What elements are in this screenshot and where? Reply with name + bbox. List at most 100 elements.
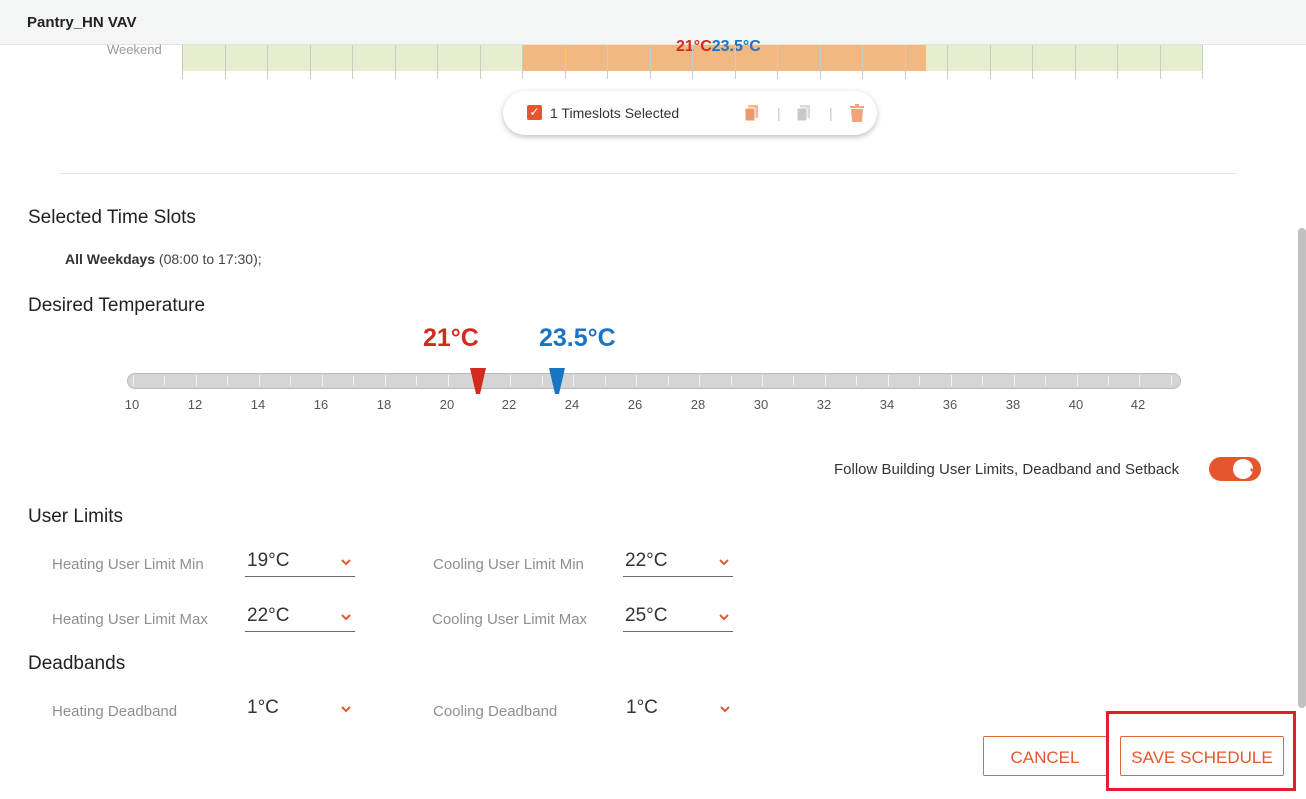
slider-tick	[699, 375, 700, 386]
slider-tick	[668, 376, 669, 385]
slider-tick-label: 30	[753, 397, 769, 412]
grid-cell-divider	[692, 45, 693, 79]
slider-tick-label: 18	[376, 397, 392, 412]
slider-tick-label: 42	[1130, 397, 1146, 412]
select-value: 25°C	[625, 605, 668, 626]
slider-tick	[888, 375, 889, 386]
grid-cell-divider	[1032, 45, 1033, 79]
slider-tick	[416, 376, 417, 385]
slider-tick	[636, 375, 637, 386]
slider-tick-label: 32	[816, 397, 832, 412]
slider-tick	[762, 375, 763, 386]
heating-user-limit-max-select[interactable]: 22°C	[245, 605, 355, 632]
slider-tick	[856, 376, 857, 385]
slider-tick	[1171, 376, 1172, 385]
chevron-down-icon	[719, 614, 729, 621]
slider-tick	[542, 376, 543, 385]
slider-tick	[1014, 375, 1015, 386]
chevron-down-icon	[719, 559, 729, 566]
check-icon: ✓	[1248, 460, 1261, 477]
grid-cell-divider	[820, 45, 821, 79]
section-divider	[60, 173, 1236, 174]
slider-tick-label: 14	[250, 397, 266, 412]
slider-tick-label: 24	[564, 397, 580, 412]
selected-timeslot-temps: 21°C23.5°C	[676, 38, 761, 56]
follow-building-toggle[interactable]: ✓	[1209, 457, 1261, 481]
chevron-down-icon	[341, 559, 351, 566]
schedule-row-weekend[interactable]: 21°C23.5°C	[182, 38, 1203, 79]
slider-tick	[448, 375, 449, 386]
selected-slots-summary: All Weekdays (08:00 to 17:30);	[65, 251, 262, 267]
grid-cell-divider	[522, 45, 523, 79]
slider-tick	[982, 376, 983, 385]
select-all-checkbox[interactable]: ✓	[527, 105, 542, 120]
grid-cell-divider	[437, 45, 438, 79]
heating-deadband-select[interactable]: 1°C	[245, 697, 355, 723]
slider-tick	[259, 375, 260, 386]
heating-user-limit-max-label: Heating User Limit Max	[52, 611, 208, 628]
cool-setpoint-handle[interactable]	[549, 368, 565, 394]
select-value: 22°C	[247, 605, 290, 626]
deadbands-title: Deadbands	[28, 653, 126, 674]
cool-setpoint-label: 23.5°C	[539, 324, 616, 352]
slider-tick-label: 36	[942, 397, 958, 412]
selected-slots-day: All Weekdays	[65, 251, 156, 267]
slider-tick	[290, 376, 291, 385]
heat-setpoint-handle[interactable]	[470, 368, 486, 394]
slider-tick	[385, 375, 386, 386]
selected-count-text: 1 Timeslots Selected	[550, 105, 680, 121]
slider-tick-label: 34	[879, 397, 895, 412]
toolbar-separator: |	[829, 105, 833, 121]
slider-tick	[164, 376, 165, 385]
slider-tick	[196, 375, 197, 386]
grid-cell-divider	[1075, 45, 1076, 79]
slider-tick-label: 38	[1005, 397, 1021, 412]
heating-user-limit-min-select[interactable]: 19°C	[245, 550, 355, 577]
temperature-slider-track[interactable]	[127, 373, 1181, 389]
select-value: 22°C	[625, 550, 668, 571]
cooling-deadband-label: Cooling Deadband	[433, 703, 558, 720]
select-value: 1°C	[626, 697, 658, 718]
grid-cell-divider	[1117, 45, 1118, 79]
slider-tick	[133, 375, 134, 386]
slider-tick	[919, 376, 920, 385]
vertical-scrollbar[interactable]	[1298, 228, 1306, 708]
chevron-down-icon	[341, 706, 351, 713]
grid-cell-divider	[310, 45, 311, 79]
slider-tick	[605, 376, 606, 385]
row-label-weekend: Weekend	[107, 42, 162, 57]
grid-cell-divider	[947, 45, 948, 79]
slider-tick-label: 26	[627, 397, 643, 412]
save-highlight-annotation	[1106, 711, 1296, 791]
cancel-button[interactable]: CANCEL	[983, 736, 1107, 776]
select-value: 1°C	[247, 697, 279, 718]
grid-cell-divider	[905, 45, 906, 79]
trash-icon[interactable]	[847, 103, 867, 123]
slider-tick-label: 12	[187, 397, 203, 412]
slider-tick	[825, 375, 826, 386]
copy-icon[interactable]	[742, 103, 762, 123]
cooling-user-limit-max-select[interactable]: 25°C	[623, 605, 733, 632]
grid-cell-divider	[650, 45, 651, 79]
slider-tick-label: 40	[1068, 397, 1084, 412]
toolbar-separator: |	[777, 105, 781, 121]
paste-icon[interactable]	[794, 103, 814, 123]
grid-cell-divider	[862, 45, 863, 79]
user-limits-title: User Limits	[28, 506, 124, 527]
chevron-down-icon	[341, 614, 351, 621]
select-value: 19°C	[247, 550, 290, 571]
selected-time-slots-title: Selected Time Slots	[28, 207, 196, 228]
grid-cell-divider	[735, 45, 736, 79]
slider-tick	[1108, 376, 1109, 385]
grid-cell-divider	[182, 45, 183, 79]
timeslot-cool-temp: 23.5°C	[711, 38, 761, 55]
cooling-deadband-select[interactable]: 1°C	[624, 697, 734, 723]
cooling-user-limit-min-select[interactable]: 22°C	[623, 550, 733, 577]
heat-setpoint-label: 21°C	[423, 324, 479, 352]
schedule-grid: Weekend 21°C23.5°C	[0, 38, 1306, 85]
slider-tick-label: 28	[690, 397, 706, 412]
grid-cell-divider	[1160, 45, 1161, 79]
slider-tick	[1077, 375, 1078, 386]
slider-tick	[1045, 376, 1046, 385]
cooling-user-limit-max-label: Cooling User Limit Max	[432, 611, 588, 628]
